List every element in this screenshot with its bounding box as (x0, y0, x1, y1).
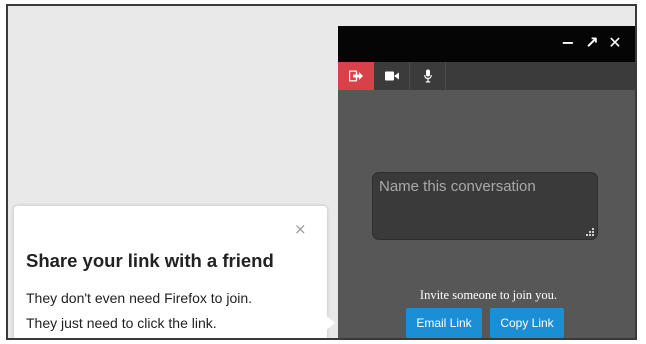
tooltip-title: Share your link with a friend (26, 250, 274, 271)
conversation-name-input[interactable] (372, 172, 598, 240)
microphone-button[interactable] (410, 62, 446, 90)
leave-icon (349, 70, 363, 82)
tooltip-text-line-1: They don't even need Firefox to join. (26, 290, 253, 306)
browser-content-area: − ↗ ✕ Name this conversation Invite some… (6, 4, 637, 340)
camera-button[interactable] (374, 62, 410, 90)
conversation-panel: − ↗ ✕ Name this conversation Invite some… (338, 26, 635, 338)
tooltip-close-icon[interactable]: × (294, 220, 307, 238)
microphone-icon (423, 69, 432, 83)
email-link-button[interactable]: Email Link (406, 308, 482, 338)
minimize-icon[interactable]: − (558, 33, 578, 53)
tooltip-text-line-2: They just need to click the link. (26, 315, 217, 331)
resize-grip-icon[interactable] (585, 227, 595, 237)
copy-link-button[interactable]: Copy Link (490, 308, 564, 338)
media-toolbar (338, 62, 635, 90)
share-link-tooltip: × Share your link with a friend They don… (14, 206, 327, 338)
panel-titlebar: − ↗ ✕ (338, 26, 635, 62)
invite-text: Invite someone to join you. (419, 288, 558, 302)
close-icon[interactable]: ✕ (605, 33, 625, 53)
expand-icon[interactable]: ↗ (582, 33, 602, 53)
tooltip-arrow (324, 314, 335, 332)
camera-icon (384, 71, 399, 81)
leave-button[interactable] (338, 62, 374, 90)
